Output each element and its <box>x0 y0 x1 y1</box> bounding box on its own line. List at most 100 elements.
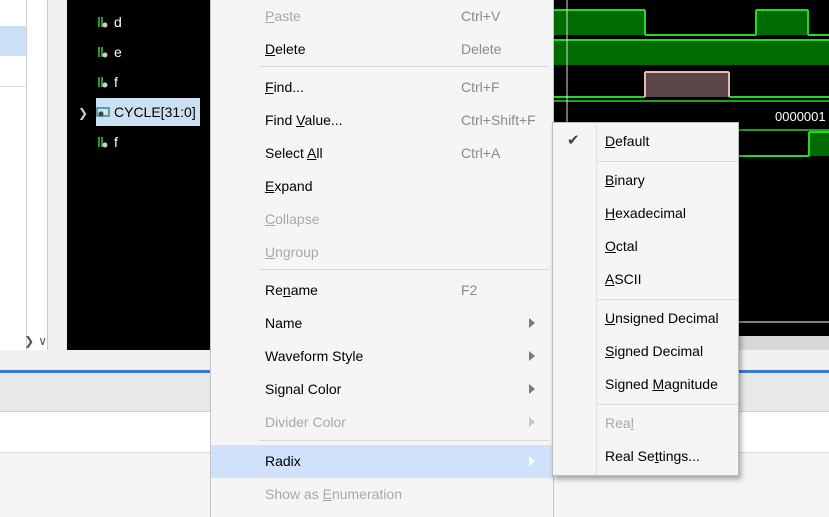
signal-row[interactable]: e <box>96 38 126 66</box>
menu-item-label: Radix <box>265 453 301 469</box>
radix-item-default[interactable]: ✔ Default <box>553 125 738 158</box>
radix-item-hexadecimal[interactable]: Hexadecimal <box>553 197 738 230</box>
signal-row[interactable]: CYCLE[31:0] <box>96 98 200 126</box>
menu-item-shortcut: Ctrl+F <box>461 79 500 95</box>
menu-item-label: Find... <box>265 79 304 95</box>
submenu-separator <box>597 404 738 405</box>
submenu-arrow-icon <box>529 417 535 427</box>
menu-separator <box>259 66 549 67</box>
submenu-arrow-icon <box>529 384 535 394</box>
radix-submenu: ✔ Default Binary Hexadecimal Octal ASCII Unsig… <box>552 122 739 476</box>
wave-d-high <box>552 10 645 35</box>
menu-item-label: Waveform Style <box>265 348 364 364</box>
signal-row[interactable]: f <box>96 128 122 156</box>
radix-item-label: ASCII <box>605 271 642 287</box>
menu-item-shortcut: Ctrl+Shift+F <box>461 112 536 128</box>
menu-item-find[interactable]: Find... Ctrl+F <box>211 71 553 104</box>
signal-name-panel <box>67 0 210 292</box>
radix-item-label: Signed Decimal <box>605 343 704 359</box>
menu-item-shortcut: Delete <box>461 41 502 57</box>
menu-item-label: Delete <box>265 41 306 57</box>
menu-item-label: Name <box>265 315 303 331</box>
wave-f2-high <box>809 132 829 156</box>
menu-item-waveform-style[interactable]: Waveform Style <box>211 340 553 373</box>
menu-item-label: Paste <box>265 8 301 24</box>
radix-item-label: Signed Magnitude <box>605 376 718 392</box>
menu-item-ungroup[interactable]: Ungroup <box>211 236 553 269</box>
menu-item-expand[interactable]: Expand <box>211 170 553 203</box>
expand-arrow-icon[interactable]: ❯ <box>78 106 88 120</box>
scope-tree-scroll-controls: ❯ ∨ <box>0 331 47 351</box>
radix-item-label: Default <box>605 133 650 149</box>
radix-item-real-settings[interactable]: Real Settings... <box>553 440 738 473</box>
radix-item-label: Real Settings... <box>605 448 700 464</box>
menu-item-rename[interactable]: Rename F2 <box>211 274 553 307</box>
radix-item-label: Octal <box>605 238 638 254</box>
signal-row[interactable]: d <box>96 8 126 36</box>
menu-item-radix[interactable]: Radix <box>211 445 553 478</box>
bus-signal-icon <box>96 105 110 119</box>
signal-name: CYCLE[31:0] <box>114 104 196 120</box>
bit-signal-icon <box>96 15 110 29</box>
menu-item-shortcut: F2 <box>461 282 478 298</box>
scope-tree-panel <box>0 0 48 350</box>
menu-item-label: Collapse <box>265 211 320 227</box>
menu-separator <box>259 269 549 270</box>
menu-item-label: Signal Color <box>265 381 342 397</box>
signal-name-panel-footer <box>67 292 210 350</box>
radix-item-octal[interactable]: Octal <box>553 230 738 263</box>
scope-tree-border <box>26 0 27 350</box>
radix-item-signed-decimal[interactable]: Signed Decimal <box>553 335 738 368</box>
signal-row[interactable]: f <box>96 68 122 96</box>
bit-signal-icon <box>96 135 110 149</box>
radix-item-ascii[interactable]: ASCII <box>553 263 738 296</box>
wave-e-high <box>552 40 829 65</box>
menu-item-paste[interactable]: Paste Ctrl+V <box>211 0 553 33</box>
submenu-arrow-icon <box>529 456 535 466</box>
bit-signal-icon <box>96 75 110 89</box>
radix-item-real[interactable]: Real <box>553 407 738 440</box>
radix-item-unsigned-decimal[interactable]: Unsigned Decimal <box>553 302 738 335</box>
menu-item-select-all[interactable]: Select All Ctrl+A <box>211 137 553 170</box>
menu-item-label: Show as Enumeration <box>265 486 402 502</box>
context-menu: Paste Ctrl+V Delete Delete Find... Ctrl+F Find… <box>210 0 554 517</box>
signal-name: f <box>114 74 118 90</box>
menu-item-find-value[interactable]: Find Value... Ctrl+Shift+F <box>211 104 553 137</box>
menu-item-label: Rename <box>265 282 318 298</box>
bus-value-label: 0000001 <box>775 109 826 124</box>
submenu-separator <box>597 299 738 300</box>
radix-item-label: Unsigned Decimal <box>605 310 719 326</box>
signal-name: e <box>114 44 122 60</box>
radix-item-binary[interactable]: Binary <box>553 164 738 197</box>
radix-item-signed-magnitude[interactable]: Signed Magnitude <box>553 368 738 401</box>
radix-item-label: Binary <box>605 172 645 188</box>
chevron-right-icon[interactable]: ❯ <box>24 334 34 348</box>
menu-separator <box>259 440 549 441</box>
submenu-separator <box>597 161 738 162</box>
menu-item-label: Divider Color <box>265 414 346 430</box>
wave-f-high <box>645 72 729 97</box>
radix-item-label: Hexadecimal <box>605 205 686 221</box>
menu-item-label: Expand <box>265 178 313 194</box>
menu-item-label: Select All <box>265 145 323 161</box>
radix-item-label: Real <box>605 415 634 431</box>
signal-name: d <box>114 14 122 30</box>
menu-item-signal-color[interactable]: Signal Color <box>211 373 553 406</box>
menu-item-delete[interactable]: Delete Delete <box>211 33 553 66</box>
submenu-arrow-icon <box>529 351 535 361</box>
scope-tree-divider <box>0 86 26 87</box>
scope-tree-selected-row[interactable] <box>0 26 26 56</box>
menu-item-name[interactable]: Name <box>211 307 553 340</box>
menu-item-shortcut: Ctrl+V <box>461 8 501 24</box>
submenu-arrow-icon <box>529 318 535 328</box>
bit-signal-icon <box>96 45 110 59</box>
menu-item-collapse[interactable]: Collapse <box>211 203 553 236</box>
checkmark-icon: ✔ <box>567 132 580 149</box>
menu-item-shortcut: Ctrl+A <box>461 145 501 161</box>
menu-item-show-as-enumeration[interactable]: Show as Enumeration <box>211 478 553 511</box>
chevron-down-icon[interactable]: ∨ <box>38 334 47 348</box>
menu-item-divider-color[interactable]: Divider Color <box>211 406 553 439</box>
wave-d-high <box>756 10 808 35</box>
menu-item-label: Find Value... <box>265 112 343 128</box>
signal-name: f <box>114 134 118 150</box>
